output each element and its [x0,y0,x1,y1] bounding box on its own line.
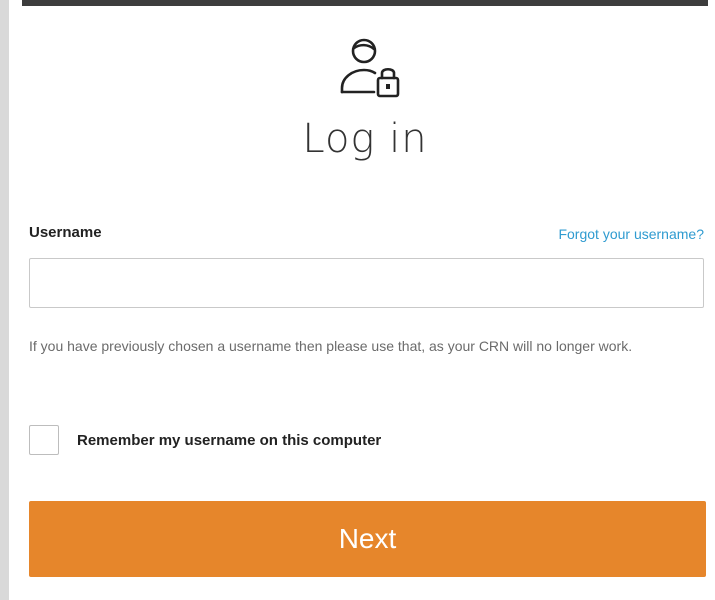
user-lock-icon [334,32,406,104]
login-card: Log in Username Forgot your username? If… [22,6,708,600]
username-input[interactable] [29,258,704,308]
page-edge [0,0,9,600]
remember-username-option[interactable]: Remember my username on this computer [29,423,629,457]
forgot-username-link[interactable]: Forgot your username? [558,226,704,242]
next-button[interactable]: Next [29,501,706,577]
remember-username-checkbox[interactable] [29,425,59,455]
remember-username-label: Remember my username on this computer [77,431,382,449]
username-help-text: If you have previously chosen a username… [29,338,633,354]
page-title: Log in [302,116,428,162]
username-label: Username [29,224,102,241]
